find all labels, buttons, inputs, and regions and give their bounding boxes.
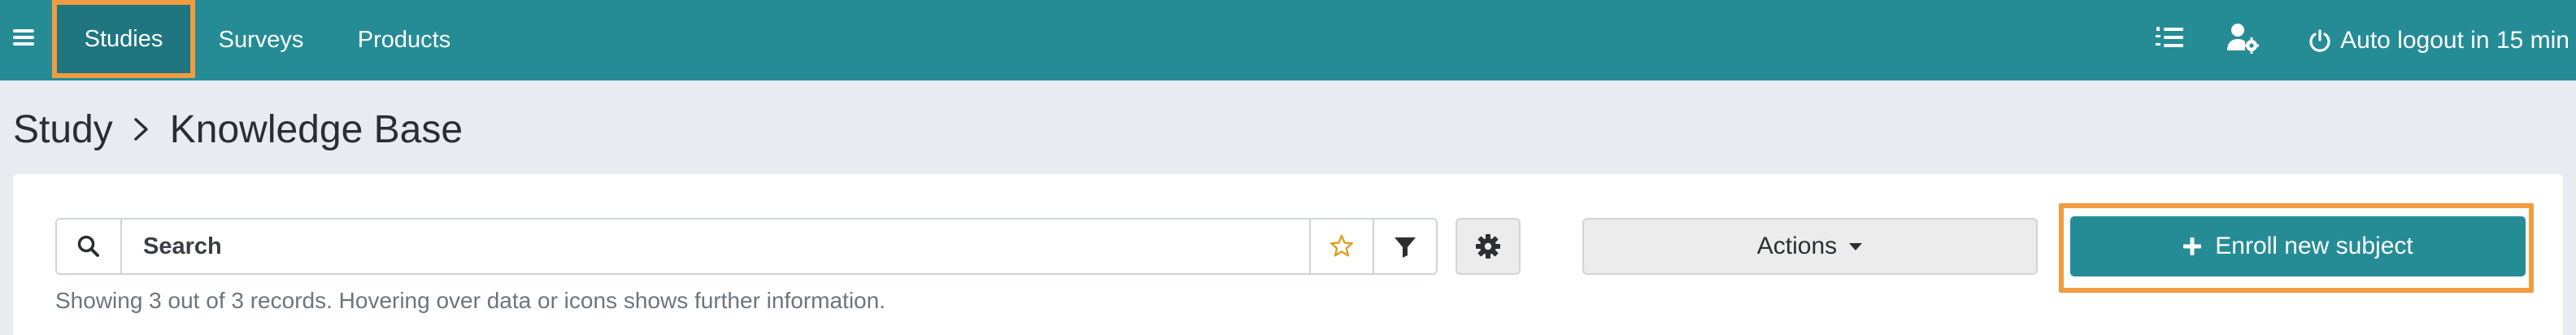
filter-button[interactable] [1373, 220, 1436, 273]
actions-dropdown-button[interactable]: Actions [1582, 218, 2038, 275]
hamburger-menu-icon[interactable] [13, 27, 34, 48]
breadcrumb-parent[interactable]: Study [13, 107, 113, 152]
chevron-right-icon [131, 113, 152, 146]
filter-icon [1395, 237, 1416, 258]
top-navbar: Studies Surveys Products Auto logout in … [0, 0, 2576, 80]
records-info-text: Showing 3 out of 3 records. Hovering ove… [55, 288, 886, 313]
search-icon [57, 220, 122, 273]
actions-label: Actions [1756, 233, 1838, 259]
numbered-list-icon[interactable] [2153, 21, 2186, 54]
search-group [55, 218, 1438, 275]
gear-icon [1476, 234, 1500, 259]
table-settings-button[interactable] [1456, 218, 1521, 275]
breadcrumb: Study Knowledge Base [13, 101, 463, 158]
nav-item-label: Products [357, 27, 451, 53]
search-input[interactable] [122, 220, 1309, 273]
favorite-button[interactable] [1309, 220, 1373, 273]
enroll-label: Enroll new subject [2215, 233, 2413, 259]
nav-item-label: Studies [84, 25, 163, 52]
power-icon [2309, 28, 2330, 52]
caret-down-icon [1849, 243, 1863, 250]
nav-item-studies[interactable]: Studies [52, 0, 195, 78]
autologout-text: Auto logout in 15 min [2340, 26, 2569, 54]
autologout-indicator[interactable]: Auto logout in 15 min [2308, 0, 2569, 80]
star-icon [1330, 234, 1353, 257]
breadcrumb-current: Knowledge Base [169, 107, 463, 151]
enroll-new-subject-button[interactable]: Enroll new subject [2070, 216, 2526, 276]
nav-item-products[interactable]: Products [345, 0, 463, 80]
nav-item-surveys[interactable]: Surveys [208, 0, 314, 80]
records-card: Actions Enroll new subject Showing 3 out… [13, 174, 2563, 335]
nav-item-label: Surveys [218, 27, 304, 53]
plus-icon [2183, 237, 2202, 255]
user-gear-icon[interactable] [2226, 21, 2259, 54]
